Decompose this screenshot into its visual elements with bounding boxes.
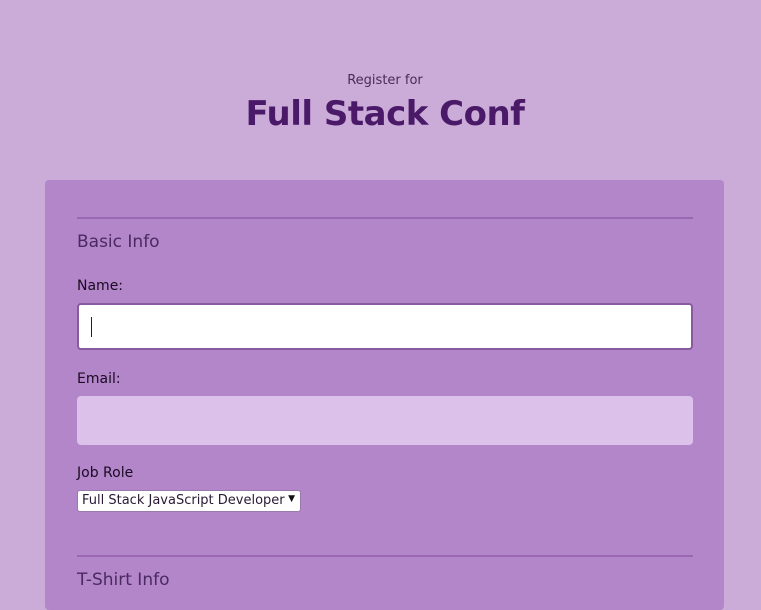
page-subtitle: Register for — [347, 73, 423, 88]
basic-info-legend: Basic Info — [77, 232, 160, 252]
job-role-select[interactable]: Full Stack JavaScript Developer ▼ — [77, 490, 301, 512]
email-label: Email: — [77, 371, 121, 387]
name-input[interactable] — [77, 303, 693, 350]
chevron-down-icon: ▼ — [288, 494, 295, 504]
job-role-label: Job Role — [77, 465, 134, 481]
basic-info-divider — [77, 217, 693, 219]
job-role-selected-value: Full Stack JavaScript Developer — [82, 493, 285, 508]
tshirt-info-divider — [77, 555, 693, 557]
email-input[interactable] — [77, 396, 693, 445]
page-title: Full Stack Conf — [245, 94, 525, 134]
name-label: Name: — [77, 278, 124, 294]
tshirt-info-legend: T-Shirt Info — [77, 570, 170, 590]
registration-form: Basic Info Name: Email: Job Role Full St… — [45, 180, 724, 610]
text-cursor — [91, 317, 92, 337]
